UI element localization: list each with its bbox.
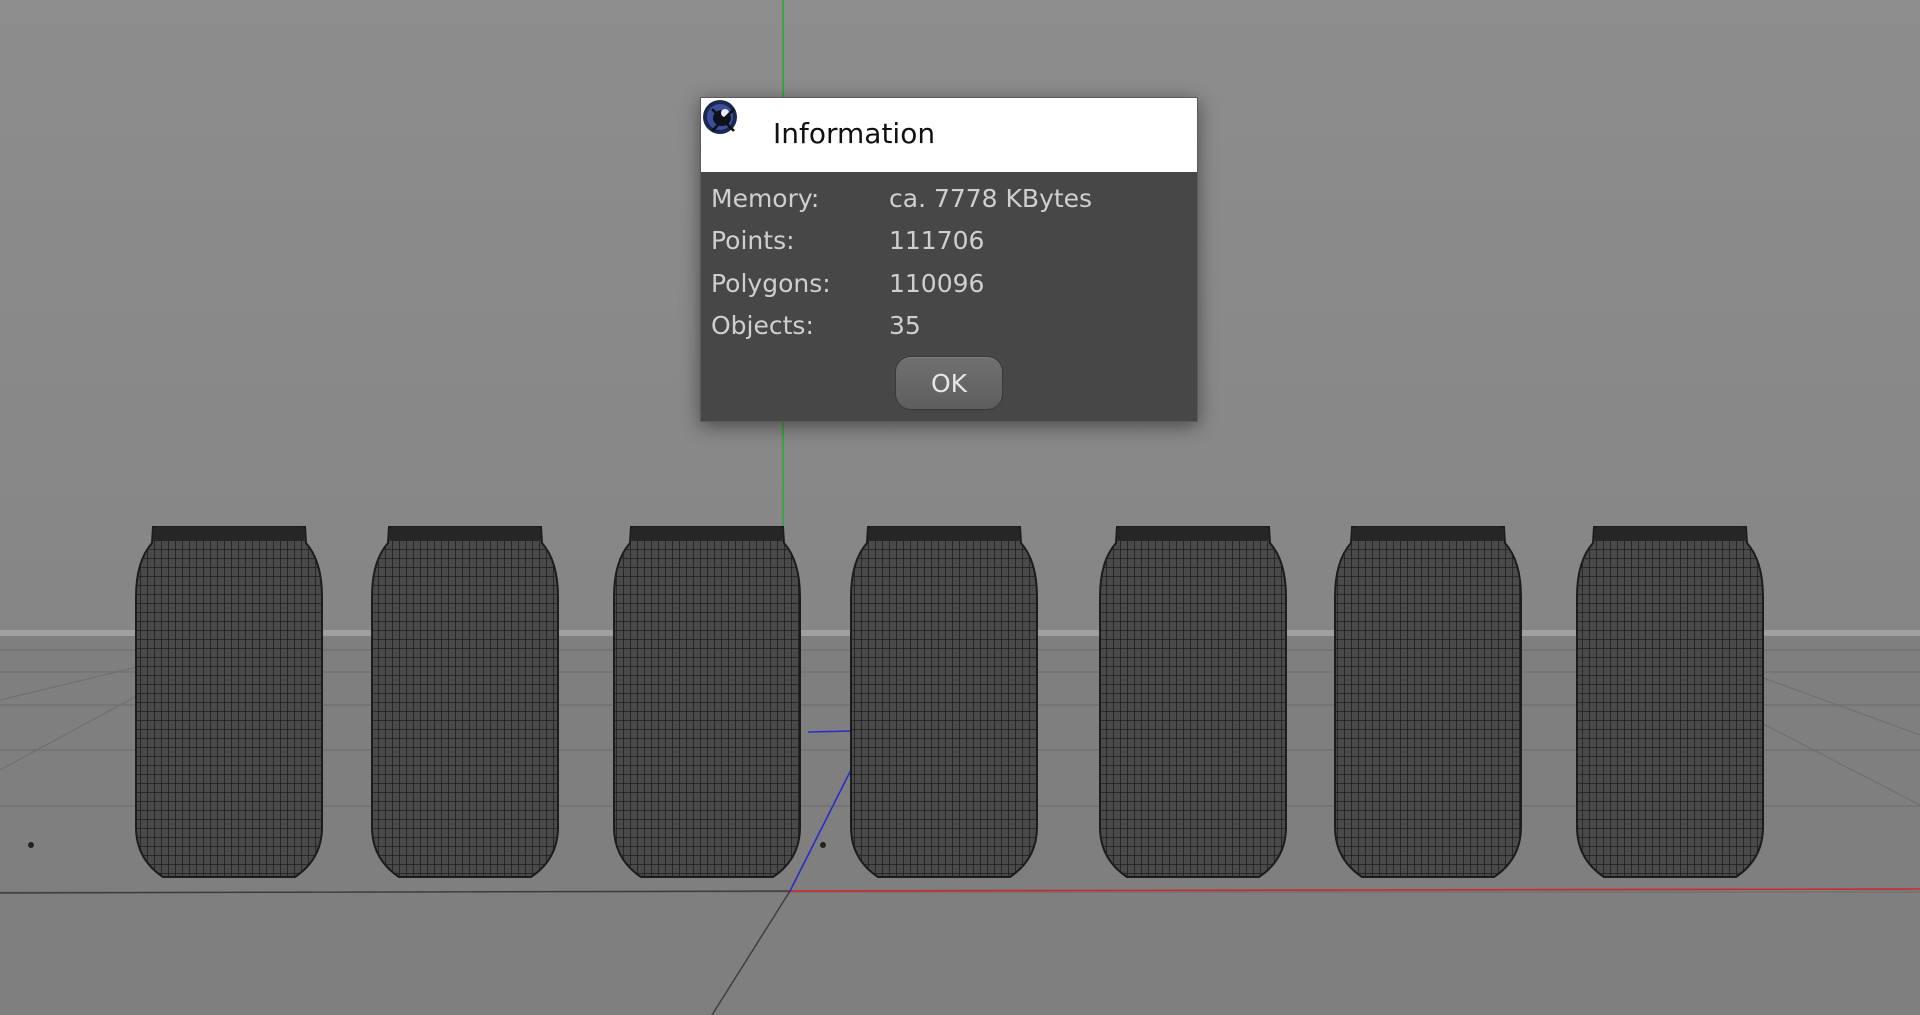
can-rim [1117, 527, 1269, 541]
ok-button[interactable]: OK [895, 356, 1003, 410]
objects-label: Objects: [711, 311, 814, 340]
vertex-dot [820, 842, 826, 848]
can-rim [1594, 527, 1746, 541]
objects-value: 35 [889, 311, 921, 340]
can-mesh[interactable] [1334, 526, 1522, 878]
dialog-titlebar[interactable]: Information [701, 98, 1197, 172]
close-icon[interactable] [701, 98, 745, 142]
info-row-objects: Objects: 35 [711, 311, 1181, 351]
3d-viewport[interactable]: Information Memory: ca. 7778 KBytes Poin… [0, 0, 1920, 1015]
can-mesh[interactable] [1099, 526, 1287, 878]
info-row-polygons: Polygons: 110096 [711, 269, 1181, 309]
vertex-dot [28, 842, 34, 848]
memory-label: Memory: [711, 184, 820, 213]
points-value: 111706 [889, 226, 985, 255]
can-rim [1352, 527, 1504, 541]
can-rim [868, 527, 1020, 541]
can-objects[interactable] [135, 526, 1764, 878]
polygons-label: Polygons: [711, 269, 831, 298]
can-mesh[interactable] [371, 526, 559, 878]
can-mesh[interactable] [135, 526, 323, 878]
can-mesh[interactable] [850, 526, 1038, 878]
can-rim [631, 527, 783, 541]
can-mesh[interactable] [613, 526, 801, 878]
points-label: Points: [711, 226, 795, 255]
information-dialog: Information Memory: ca. 7778 KBytes Poin… [700, 97, 1198, 422]
can-rim [153, 527, 305, 541]
dialog-title: Information [773, 117, 936, 150]
info-row-memory: Memory: ca. 7778 KBytes [711, 184, 1181, 224]
can-mesh[interactable] [1576, 526, 1764, 878]
z-axis-short-line [807, 730, 853, 733]
polygons-value: 110096 [889, 269, 985, 298]
memory-value: ca. 7778 KBytes [889, 184, 1093, 213]
info-row-points: Points: 111706 [711, 226, 1181, 266]
can-rim [389, 527, 541, 541]
